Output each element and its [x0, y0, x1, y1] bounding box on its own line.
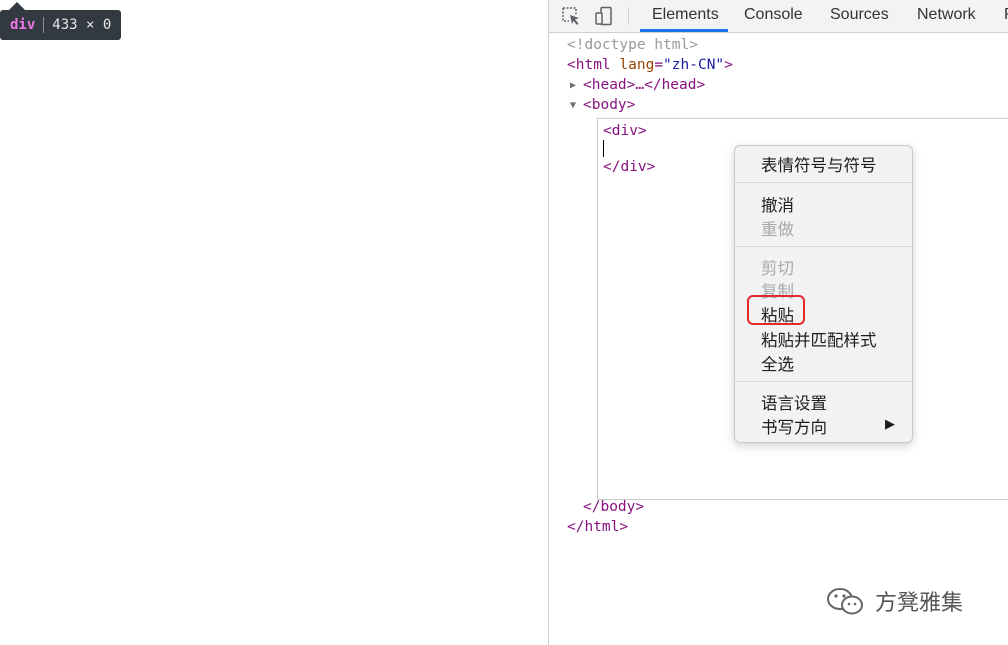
tab-overflow[interactable]: P	[1004, 6, 1008, 24]
inspect-element-icon[interactable]	[561, 6, 581, 26]
menu-undo[interactable]: 撤消	[761, 192, 794, 216]
html-lang-attr: lang	[619, 57, 655, 73]
devtools-toolbar: Elements Console Sources Network P	[549, 0, 1008, 33]
menu-writing-direction[interactable]: 书写方向	[761, 414, 827, 438]
submenu-arrow-icon: ▶	[885, 417, 895, 432]
html-lang-value: "zh-CN"	[663, 57, 725, 73]
body-close-line[interactable]: </body>	[583, 497, 644, 517]
watermark-text: 方凳雅集	[875, 591, 964, 616]
html-open-tag: <html	[567, 57, 611, 73]
toolbar-divider	[628, 7, 629, 25]
menu-separator	[735, 381, 912, 382]
div-close-line: </div>	[603, 159, 656, 175]
html-open-line[interactable]: <html lang="zh-CN">	[567, 55, 733, 75]
body-open-line[interactable]: <body>	[583, 95, 635, 115]
tooltip-separator	[43, 17, 45, 33]
tab-elements[interactable]: Elements	[652, 6, 719, 24]
text-caret	[603, 140, 604, 157]
menu-paste-match-style[interactable]: 粘贴并匹配样式	[761, 327, 877, 351]
menu-separator	[735, 246, 912, 247]
doctype-line: <!doctype html>	[567, 37, 698, 53]
div-open-line: <div>	[603, 123, 647, 139]
head-line[interactable]: <head>…</head>	[583, 75, 705, 95]
watermark: 方凳雅集	[825, 585, 963, 617]
active-tab-indicator	[640, 29, 728, 32]
expand-head-icon[interactable]: ▶	[570, 80, 576, 91]
wechat-logo-icon	[827, 588, 863, 615]
collapse-body-icon[interactable]: ▼	[570, 100, 576, 111]
menu-cut: 剪切	[761, 259, 794, 278]
tooltip-size: 433 × 0	[52, 17, 112, 33]
paste-highlight-box	[747, 295, 805, 325]
context-menu: 表情符号与符号 撤消 重做 剪切 复制 粘贴 粘贴并匹配样式 全选 语言设置 书…	[734, 145, 913, 443]
menu-separator	[735, 182, 912, 183]
menu-select-all[interactable]: 全选	[761, 351, 794, 375]
tab-console[interactable]: Console	[744, 6, 803, 24]
tab-network[interactable]: Network	[917, 6, 976, 24]
device-toolbar-icon[interactable]	[594, 6, 614, 26]
element-size-tooltip: div 433 × 0	[0, 10, 122, 40]
menu-redo: 重做	[761, 220, 794, 239]
tooltip-arrow	[9, 2, 25, 10]
devtools-panel: Elements Console Sources Network P <!doc…	[548, 0, 1008, 645]
menu-language-settings[interactable]: 语言设置	[761, 390, 827, 414]
html-close-line[interactable]: </html>	[567, 517, 628, 537]
tooltip-tag-name: div	[10, 17, 36, 33]
menu-emoji-symbols[interactable]: 表情符号与符号	[761, 152, 877, 176]
tab-sources[interactable]: Sources	[830, 6, 889, 24]
